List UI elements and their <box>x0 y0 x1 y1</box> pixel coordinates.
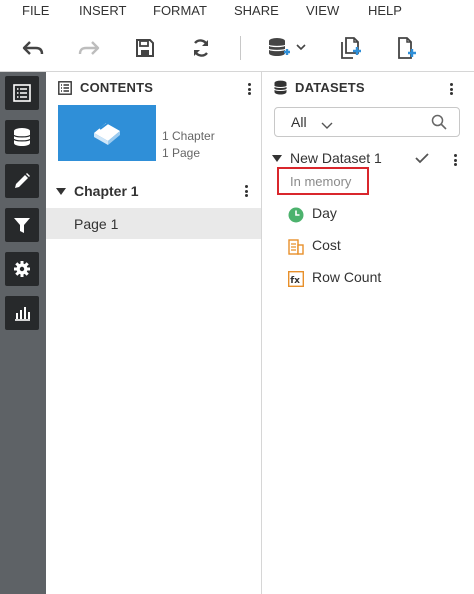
checkmark-icon <box>415 151 429 167</box>
chevron-down-icon[interactable] <box>321 117 333 135</box>
menu-view[interactable]: VIEW <box>306 3 339 18</box>
menu-file[interactable]: FILE <box>22 3 49 18</box>
duplicate-page-icon[interactable] <box>338 35 364 61</box>
contents-list-icon[interactable] <box>5 76 39 110</box>
filter-icon[interactable] <box>5 208 39 242</box>
dataset-name: New Dataset 1 <box>290 150 382 166</box>
contents-panel: CONTENTS 1 Chapter 1 Page Chapter 1 Page… <box>46 72 262 594</box>
contents-title: CONTENTS <box>80 80 154 95</box>
page-label: Page 1 <box>74 216 119 232</box>
chapter-count: 1 Chapter <box>162 129 215 143</box>
menu-insert[interactable]: INSERT <box>79 3 126 18</box>
book-icon <box>94 121 120 145</box>
datasets-icon[interactable] <box>5 120 39 154</box>
report-thumbnail[interactable] <box>58 105 156 161</box>
field-day[interactable]: Day <box>288 203 458 227</box>
filter-value: All <box>291 114 307 130</box>
page-count: 1 Page <box>162 146 201 160</box>
measure-icon <box>288 239 304 255</box>
datasets-panel: DATASETS All New Dataset 1 In memory Day… <box>263 72 474 594</box>
dataset-menu-icon[interactable] <box>449 151 461 169</box>
field-row-count[interactable]: fx Row Count <box>287 267 458 291</box>
collapse-caret-icon[interactable] <box>272 155 282 162</box>
contents-menu-icon[interactable] <box>243 80 255 98</box>
edit-icon[interactable] <box>5 164 39 198</box>
menu-bar: FILE INSERT FORMAT SHARE VIEW HELP <box>0 0 474 22</box>
field-cost[interactable]: Cost <box>288 235 458 259</box>
refresh-icon[interactable] <box>188 35 214 61</box>
dataset-status: In memory <box>290 174 352 189</box>
new-page-icon[interactable] <box>394 35 420 61</box>
datasets-icon <box>274 80 287 100</box>
redo-icon[interactable] <box>76 35 102 61</box>
add-dataset-icon[interactable] <box>266 35 310 61</box>
clock-icon <box>288 207 304 223</box>
menu-help[interactable]: HELP <box>368 3 402 18</box>
chapter-menu-icon[interactable] <box>240 182 252 200</box>
toolbar-separator <box>240 36 241 60</box>
contents-list-icon <box>58 81 72 100</box>
field-label: Cost <box>312 237 341 253</box>
settings-icon[interactable] <box>5 252 39 286</box>
collapse-caret-icon[interactable] <box>56 188 66 195</box>
field-label: Day <box>312 205 337 221</box>
datasets-title: DATASETS <box>295 80 365 95</box>
toolbar <box>0 22 474 72</box>
chapter-row[interactable]: Chapter 1 <box>46 176 261 206</box>
bar-chart-icon[interactable] <box>5 296 39 330</box>
field-label: Row Count <box>312 269 382 285</box>
chapter-label: Chapter 1 <box>74 183 139 199</box>
datasets-menu-icon[interactable] <box>445 80 457 98</box>
svg-text:fx: fx <box>290 276 300 286</box>
menu-share[interactable]: SHARE <box>234 3 279 18</box>
side-rail <box>0 72 46 594</box>
undo-icon[interactable] <box>20 35 46 61</box>
page-row[interactable]: Page 1 <box>46 208 261 239</box>
menu-format[interactable]: FORMAT <box>153 3 207 18</box>
formula-icon: fx <box>287 270 305 288</box>
search-icon[interactable] <box>431 114 447 135</box>
save-icon[interactable] <box>132 35 158 61</box>
dataset-filter[interactable]: All <box>274 107 460 137</box>
